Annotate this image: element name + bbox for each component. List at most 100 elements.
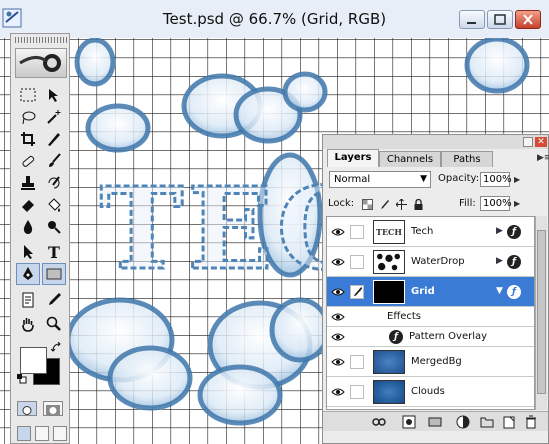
eyedropper-icon[interactable]: [42, 289, 66, 311]
eye-icon[interactable]: [331, 357, 345, 367]
tab-layers[interactable]: Layers: [327, 149, 379, 167]
expand-effects-icon[interactable]: ▶: [496, 226, 503, 236]
panel-titlebar[interactable]: [323, 135, 548, 149]
screen-mode-full-menu-button[interactable]: [35, 426, 49, 441]
layer-name: Clouds: [411, 386, 445, 397]
foreground-color-swatch[interactable]: [20, 347, 47, 374]
layer-link-box[interactable]: [350, 225, 364, 239]
history-brush-icon[interactable]: [42, 172, 66, 194]
add-mask-icon[interactable]: [427, 414, 443, 429]
layer-row-tech[interactable]: TECH Tech ▶ ƒ: [327, 217, 534, 247]
brush-link-icon[interactable]: [350, 285, 364, 299]
fill-slider-arrow-icon[interactable]: ▶: [514, 199, 520, 208]
link-layers-icon[interactable]: [371, 414, 387, 429]
zoom-icon[interactable]: [42, 313, 66, 335]
swap-colors-icon[interactable]: [51, 342, 63, 354]
eye-icon[interactable]: [331, 227, 345, 237]
svg-text:T: T: [48, 244, 60, 260]
chevron-down-icon: ▼: [420, 174, 427, 184]
cloud-shape: [197, 364, 283, 426]
fill-label: Fill:: [459, 198, 476, 209]
quick-mask-button[interactable]: [43, 401, 63, 416]
tab-paths[interactable]: Paths: [441, 151, 493, 167]
layer-row-grid[interactable]: Grid ▼ ƒ: [327, 277, 534, 307]
eye-icon[interactable]: [331, 312, 345, 322]
trash-icon[interactable]: [523, 414, 539, 429]
cloud-shape: [282, 71, 328, 113]
panel-menu-icon[interactable]: ▶≡: [537, 153, 549, 163]
move-icon[interactable]: [42, 84, 66, 106]
lock-position-icon[interactable]: [396, 199, 407, 210]
layer-link-box[interactable]: [350, 385, 364, 399]
photoshop-logo-icon[interactable]: [15, 48, 67, 78]
lasso-icon[interactable]: [16, 106, 40, 128]
effects-row[interactable]: Effects: [327, 307, 534, 327]
marquee-icon[interactable]: [16, 84, 40, 106]
panel-close-button[interactable]: ✕: [535, 137, 547, 147]
lock-pixels-icon[interactable]: [379, 199, 390, 210]
clone-stamp-icon[interactable]: [16, 172, 40, 194]
layer-row-clouds[interactable]: Clouds: [327, 377, 534, 407]
layer-name: WaterDrop: [411, 256, 465, 267]
lock-label: Lock:: [328, 198, 355, 209]
default-colors-icon[interactable]: [17, 374, 27, 384]
eye-icon[interactable]: [331, 332, 345, 342]
hand-icon[interactable]: [16, 313, 40, 335]
layer-thumbnail: [373, 280, 405, 304]
layer-name: Grid: [411, 286, 435, 297]
palette-grip[interactable]: [15, 37, 67, 43]
pen-icon[interactable]: [16, 263, 40, 285]
tab-channels[interactable]: Channels: [379, 151, 441, 167]
close-icon: [523, 14, 533, 25]
cloud-shape: [85, 103, 151, 153]
new-group-icon[interactable]: [479, 414, 495, 429]
path-selection-icon[interactable]: [16, 241, 40, 263]
layers-scrollbar[interactable]: [535, 216, 547, 410]
brush-icon[interactable]: [42, 150, 66, 172]
layer-effects-icon: ƒ: [507, 225, 521, 239]
dodge-icon[interactable]: [42, 216, 66, 238]
layer-row-mergedbg[interactable]: MergedBg: [327, 347, 534, 377]
lock-transparency-icon[interactable]: [362, 199, 373, 210]
screen-mode-full-button[interactable]: [53, 426, 67, 441]
notes-icon[interactable]: [16, 289, 40, 311]
effect-pattern-overlay-row[interactable]: ƒ Pattern Overlay: [327, 327, 534, 347]
add-style-icon[interactable]: [401, 414, 417, 429]
eye-icon[interactable]: [331, 257, 345, 267]
expand-effects-icon[interactable]: ▶: [496, 256, 503, 266]
minimize-icon: [467, 22, 476, 24]
slice-icon[interactable]: [42, 128, 66, 150]
eye-icon[interactable]: [331, 287, 345, 297]
blend-mode-select[interactable]: Normal ▼: [329, 171, 431, 188]
type-icon[interactable]: T: [42, 241, 66, 263]
new-layer-icon[interactable]: [501, 414, 517, 429]
scrollbar-thumb[interactable]: [537, 230, 546, 394]
close-button[interactable]: [515, 10, 541, 29]
magic-wand-icon[interactable]: [42, 106, 66, 128]
cloud-shape: [74, 38, 116, 87]
new-fill-layer-icon[interactable]: [455, 414, 471, 429]
fill-field[interactable]: 100%: [480, 196, 512, 211]
layer-thumbnail: TECH: [373, 220, 405, 244]
layer-name: Tech: [411, 226, 434, 237]
paint-bucket-icon[interactable]: [42, 194, 66, 216]
collapse-effects-icon[interactable]: ▼: [496, 286, 503, 296]
eye-icon[interactable]: [331, 387, 345, 397]
rectangle-icon[interactable]: [42, 263, 66, 285]
maximize-button[interactable]: [487, 10, 513, 29]
screen-mode-standard-button[interactable]: [17, 426, 31, 441]
crop-icon[interactable]: [16, 128, 40, 150]
layer-link-box[interactable]: [350, 255, 364, 269]
healing-brush-icon[interactable]: [16, 150, 40, 172]
opacity-slider-arrow-icon[interactable]: ▶: [514, 175, 520, 184]
lock-all-icon[interactable]: [413, 199, 424, 210]
opacity-label: Opacity:: [438, 173, 480, 184]
eraser-icon[interactable]: [16, 194, 40, 216]
layer-link-box[interactable]: [350, 355, 364, 369]
blur-icon[interactable]: [16, 216, 40, 238]
minimize-button[interactable]: [459, 10, 485, 29]
panel-minimize-button[interactable]: [523, 137, 533, 147]
layer-row-waterdrop[interactable]: WaterDrop ▶ ƒ: [327, 247, 534, 277]
opacity-field[interactable]: 100%: [480, 172, 512, 187]
standard-mode-button[interactable]: [17, 401, 37, 416]
